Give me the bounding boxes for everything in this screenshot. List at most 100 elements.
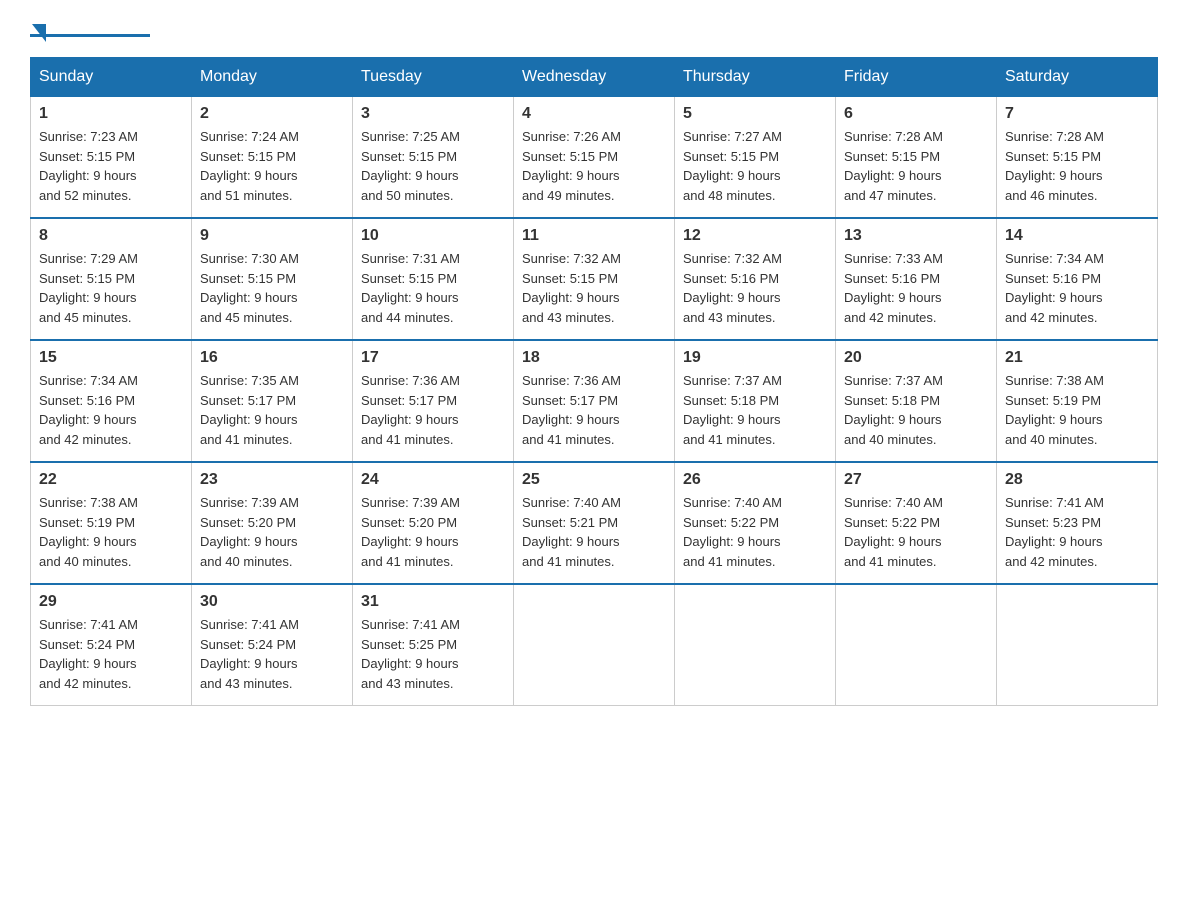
weekday-header-friday: Friday: [836, 58, 997, 97]
day-info: Sunrise: 7:28 AM Sunset: 5:15 PM Dayligh…: [844, 127, 988, 205]
day-info: Sunrise: 7:41 AM Sunset: 5:24 PM Dayligh…: [200, 615, 344, 693]
calendar-day-cell: [997, 584, 1158, 706]
day-number: 7: [1005, 105, 1149, 123]
day-number: 5: [683, 105, 827, 123]
day-info: Sunrise: 7:36 AM Sunset: 5:17 PM Dayligh…: [522, 371, 666, 449]
day-number: 29: [39, 593, 183, 611]
calendar-day-cell: 6 Sunrise: 7:28 AM Sunset: 5:15 PM Dayli…: [836, 97, 997, 219]
logo-underline: [30, 34, 150, 37]
weekday-header-row: SundayMondayTuesdayWednesdayThursdayFrid…: [31, 58, 1158, 97]
day-number: 14: [1005, 227, 1149, 245]
calendar-day-cell: 13 Sunrise: 7:33 AM Sunset: 5:16 PM Dayl…: [836, 218, 997, 340]
calendar-day-cell: 5 Sunrise: 7:27 AM Sunset: 5:15 PM Dayli…: [675, 97, 836, 219]
day-info: Sunrise: 7:38 AM Sunset: 5:19 PM Dayligh…: [39, 493, 183, 571]
weekday-header-saturday: Saturday: [997, 58, 1158, 97]
day-info: Sunrise: 7:27 AM Sunset: 5:15 PM Dayligh…: [683, 127, 827, 205]
calendar-day-cell: 31 Sunrise: 7:41 AM Sunset: 5:25 PM Dayl…: [353, 584, 514, 706]
day-number: 23: [200, 471, 344, 489]
calendar-week-row: 15 Sunrise: 7:34 AM Sunset: 5:16 PM Dayl…: [31, 340, 1158, 462]
calendar-day-cell: 15 Sunrise: 7:34 AM Sunset: 5:16 PM Dayl…: [31, 340, 192, 462]
day-number: 18: [522, 349, 666, 367]
weekday-header-tuesday: Tuesday: [353, 58, 514, 97]
day-info: Sunrise: 7:34 AM Sunset: 5:16 PM Dayligh…: [39, 371, 183, 449]
day-number: 17: [361, 349, 505, 367]
calendar-day-cell: 26 Sunrise: 7:40 AM Sunset: 5:22 PM Dayl…: [675, 462, 836, 584]
day-number: 13: [844, 227, 988, 245]
day-number: 24: [361, 471, 505, 489]
calendar-week-row: 22 Sunrise: 7:38 AM Sunset: 5:19 PM Dayl…: [31, 462, 1158, 584]
day-info: Sunrise: 7:40 AM Sunset: 5:22 PM Dayligh…: [844, 493, 988, 571]
day-number: 9: [200, 227, 344, 245]
calendar-day-cell: 21 Sunrise: 7:38 AM Sunset: 5:19 PM Dayl…: [997, 340, 1158, 462]
calendar-week-row: 8 Sunrise: 7:29 AM Sunset: 5:15 PM Dayli…: [31, 218, 1158, 340]
day-info: Sunrise: 7:32 AM Sunset: 5:16 PM Dayligh…: [683, 249, 827, 327]
day-number: 21: [1005, 349, 1149, 367]
day-number: 11: [522, 227, 666, 245]
day-info: Sunrise: 7:41 AM Sunset: 5:25 PM Dayligh…: [361, 615, 505, 693]
weekday-header-thursday: Thursday: [675, 58, 836, 97]
day-number: 6: [844, 105, 988, 123]
day-info: Sunrise: 7:37 AM Sunset: 5:18 PM Dayligh…: [844, 371, 988, 449]
weekday-header-sunday: Sunday: [31, 58, 192, 97]
calendar-day-cell: 18 Sunrise: 7:36 AM Sunset: 5:17 PM Dayl…: [514, 340, 675, 462]
day-number: 31: [361, 593, 505, 611]
day-number: 19: [683, 349, 827, 367]
day-info: Sunrise: 7:29 AM Sunset: 5:15 PM Dayligh…: [39, 249, 183, 327]
calendar-day-cell: 25 Sunrise: 7:40 AM Sunset: 5:21 PM Dayl…: [514, 462, 675, 584]
day-info: Sunrise: 7:30 AM Sunset: 5:15 PM Dayligh…: [200, 249, 344, 327]
day-info: Sunrise: 7:40 AM Sunset: 5:22 PM Dayligh…: [683, 493, 827, 571]
calendar-day-cell: [514, 584, 675, 706]
day-info: Sunrise: 7:41 AM Sunset: 5:24 PM Dayligh…: [39, 615, 183, 693]
weekday-header-monday: Monday: [192, 58, 353, 97]
day-info: Sunrise: 7:39 AM Sunset: 5:20 PM Dayligh…: [361, 493, 505, 571]
calendar-day-cell: 29 Sunrise: 7:41 AM Sunset: 5:24 PM Dayl…: [31, 584, 192, 706]
day-number: 27: [844, 471, 988, 489]
calendar-day-cell: 16 Sunrise: 7:35 AM Sunset: 5:17 PM Dayl…: [192, 340, 353, 462]
calendar-day-cell: 9 Sunrise: 7:30 AM Sunset: 5:15 PM Dayli…: [192, 218, 353, 340]
calendar-week-row: 1 Sunrise: 7:23 AM Sunset: 5:15 PM Dayli…: [31, 97, 1158, 219]
day-info: Sunrise: 7:39 AM Sunset: 5:20 PM Dayligh…: [200, 493, 344, 571]
day-number: 12: [683, 227, 827, 245]
day-info: Sunrise: 7:35 AM Sunset: 5:17 PM Dayligh…: [200, 371, 344, 449]
day-number: 15: [39, 349, 183, 367]
calendar-day-cell: 27 Sunrise: 7:40 AM Sunset: 5:22 PM Dayl…: [836, 462, 997, 584]
day-number: 16: [200, 349, 344, 367]
calendar-day-cell: 20 Sunrise: 7:37 AM Sunset: 5:18 PM Dayl…: [836, 340, 997, 462]
day-number: 3: [361, 105, 505, 123]
day-number: 10: [361, 227, 505, 245]
calendar-day-cell: 30 Sunrise: 7:41 AM Sunset: 5:24 PM Dayl…: [192, 584, 353, 706]
calendar-day-cell: 28 Sunrise: 7:41 AM Sunset: 5:23 PM Dayl…: [997, 462, 1158, 584]
day-info: Sunrise: 7:31 AM Sunset: 5:15 PM Dayligh…: [361, 249, 505, 327]
calendar-day-cell: 1 Sunrise: 7:23 AM Sunset: 5:15 PM Dayli…: [31, 97, 192, 219]
day-number: 30: [200, 593, 344, 611]
calendar-day-cell: 22 Sunrise: 7:38 AM Sunset: 5:19 PM Dayl…: [31, 462, 192, 584]
day-number: 25: [522, 471, 666, 489]
day-number: 8: [39, 227, 183, 245]
day-info: Sunrise: 7:40 AM Sunset: 5:21 PM Dayligh…: [522, 493, 666, 571]
day-number: 20: [844, 349, 988, 367]
calendar-table: SundayMondayTuesdayWednesdayThursdayFrid…: [30, 57, 1158, 706]
calendar-day-cell: 11 Sunrise: 7:32 AM Sunset: 5:15 PM Dayl…: [514, 218, 675, 340]
day-number: 28: [1005, 471, 1149, 489]
calendar-day-cell: 2 Sunrise: 7:24 AM Sunset: 5:15 PM Dayli…: [192, 97, 353, 219]
calendar-day-cell: 17 Sunrise: 7:36 AM Sunset: 5:17 PM Dayl…: [353, 340, 514, 462]
calendar-day-cell: 10 Sunrise: 7:31 AM Sunset: 5:15 PM Dayl…: [353, 218, 514, 340]
calendar-day-cell: 19 Sunrise: 7:37 AM Sunset: 5:18 PM Dayl…: [675, 340, 836, 462]
calendar-day-cell: 8 Sunrise: 7:29 AM Sunset: 5:15 PM Dayli…: [31, 218, 192, 340]
logo: [30, 20, 150, 37]
day-info: Sunrise: 7:34 AM Sunset: 5:16 PM Dayligh…: [1005, 249, 1149, 327]
day-info: Sunrise: 7:26 AM Sunset: 5:15 PM Dayligh…: [522, 127, 666, 205]
calendar-day-cell: 7 Sunrise: 7:28 AM Sunset: 5:15 PM Dayli…: [997, 97, 1158, 219]
calendar-day-cell: 23 Sunrise: 7:39 AM Sunset: 5:20 PM Dayl…: [192, 462, 353, 584]
day-info: Sunrise: 7:41 AM Sunset: 5:23 PM Dayligh…: [1005, 493, 1149, 571]
day-info: Sunrise: 7:33 AM Sunset: 5:16 PM Dayligh…: [844, 249, 988, 327]
day-number: 2: [200, 105, 344, 123]
day-info: Sunrise: 7:28 AM Sunset: 5:15 PM Dayligh…: [1005, 127, 1149, 205]
page-header: [30, 20, 1158, 37]
day-number: 26: [683, 471, 827, 489]
day-info: Sunrise: 7:37 AM Sunset: 5:18 PM Dayligh…: [683, 371, 827, 449]
day-info: Sunrise: 7:24 AM Sunset: 5:15 PM Dayligh…: [200, 127, 344, 205]
day-number: 22: [39, 471, 183, 489]
calendar-day-cell: 24 Sunrise: 7:39 AM Sunset: 5:20 PM Dayl…: [353, 462, 514, 584]
calendar-day-cell: [836, 584, 997, 706]
